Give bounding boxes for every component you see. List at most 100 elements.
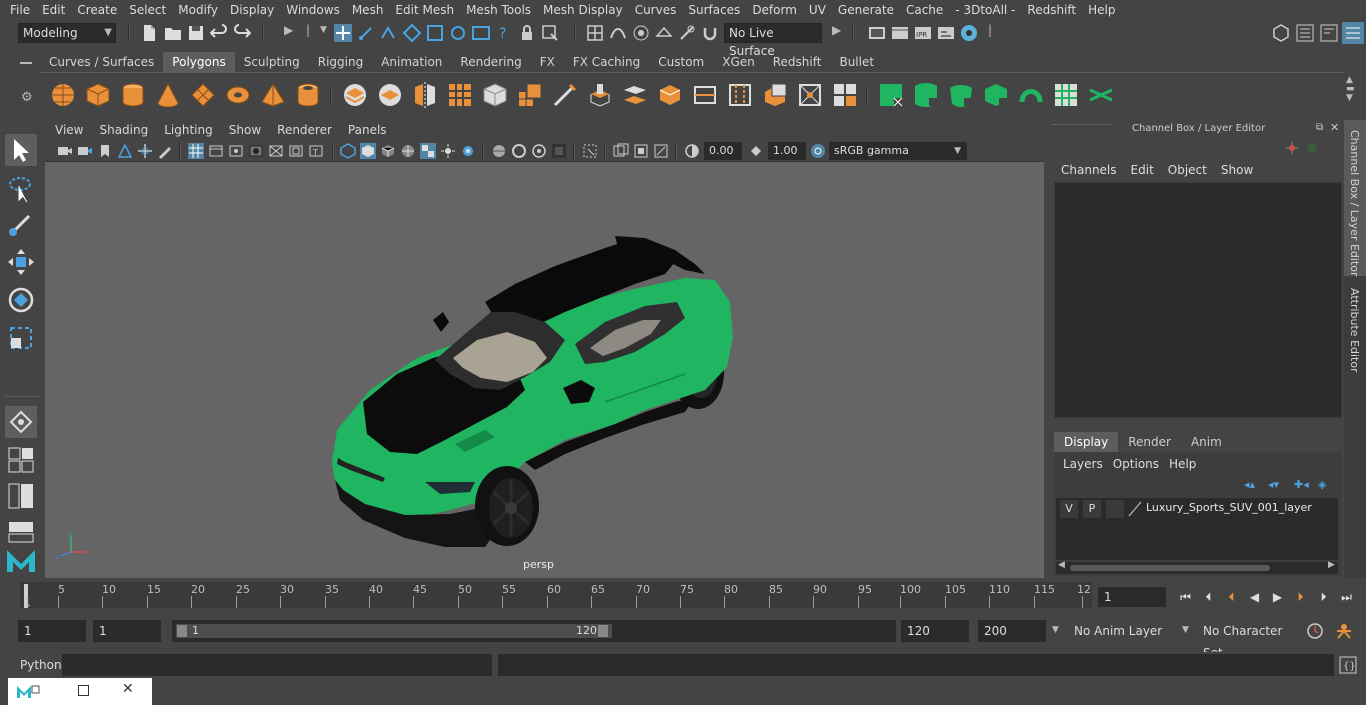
scroll-right-icon[interactable]: ▶ bbox=[1328, 560, 1335, 570]
fill-hole-icon[interactable] bbox=[797, 82, 823, 108]
menu-select[interactable]: Select bbox=[123, 0, 172, 20]
snap-to-point-icon[interactable] bbox=[449, 24, 467, 42]
poly-cube-icon[interactable] bbox=[85, 82, 111, 108]
wireframe-on-shaded-icon[interactable] bbox=[380, 143, 396, 159]
toggle-channel-box-icon[interactable] bbox=[1342, 22, 1364, 44]
safe-title-icon[interactable]: T bbox=[308, 143, 324, 159]
viewport-menu-renderer[interactable]: Renderer bbox=[269, 120, 340, 140]
maya-app-icon[interactable] bbox=[16, 683, 40, 699]
uv-spherical-icon[interactable] bbox=[948, 82, 974, 108]
channel-box-options-icon[interactable] bbox=[1284, 140, 1300, 156]
grease-pencil-icon[interactable] bbox=[157, 143, 173, 159]
poly-cylinder-icon[interactable] bbox=[120, 82, 146, 108]
tab-rigging[interactable]: Rigging bbox=[309, 52, 372, 72]
layer-scrollbar[interactable]: ◀ ▶ bbox=[1056, 560, 1338, 574]
range-handle-end[interactable] bbox=[598, 625, 608, 637]
auto-key-icon[interactable] bbox=[1306, 622, 1324, 640]
menu-layer-help[interactable]: Help bbox=[1164, 457, 1201, 471]
go-to-start-icon[interactable]: ⏮ bbox=[1174, 590, 1197, 605]
target-weld-icon[interactable] bbox=[762, 82, 788, 108]
multisample-aa-icon[interactable] bbox=[511, 143, 527, 159]
range-slider-bar[interactable] bbox=[176, 624, 612, 638]
uv-editor-icon[interactable] bbox=[1053, 82, 1079, 108]
menu-file[interactable]: File bbox=[4, 0, 36, 20]
close-icon[interactable]: ✕ bbox=[1330, 121, 1339, 134]
crease-icon[interactable] bbox=[832, 82, 858, 108]
menu-show[interactable]: Show bbox=[1214, 163, 1260, 177]
menu-edit-mesh[interactable]: Edit Mesh bbox=[389, 0, 460, 20]
menu-layers[interactable]: Layers bbox=[1058, 457, 1108, 471]
lock-icon[interactable] bbox=[518, 24, 536, 42]
menu-object[interactable]: Object bbox=[1161, 163, 1214, 177]
extrude-icon[interactable] bbox=[587, 82, 613, 108]
poly-torus-icon[interactable] bbox=[225, 82, 251, 108]
paint-select-tool-icon[interactable] bbox=[5, 208, 37, 240]
use-all-lights-icon[interactable] bbox=[420, 143, 436, 159]
smooth-icon[interactable] bbox=[447, 82, 473, 108]
poly-plane-icon[interactable] bbox=[190, 82, 216, 108]
color-space-dropdown[interactable]: sRGB gamma ▼ bbox=[829, 142, 967, 160]
side-tab-attribute-editor[interactable]: Attribute Editor bbox=[1344, 280, 1366, 380]
redo-icon[interactable] bbox=[233, 24, 251, 42]
xray-icon[interactable] bbox=[582, 143, 598, 159]
step-forward-key-icon[interactable]: ⏵ bbox=[1289, 590, 1312, 605]
new-scene-icon[interactable] bbox=[140, 24, 158, 42]
frame-selection-icon[interactable] bbox=[633, 143, 649, 159]
select-by-hierarchy-icon[interactable] bbox=[334, 24, 352, 42]
undo-icon[interactable] bbox=[210, 24, 228, 42]
playback-prefs-icon[interactable] bbox=[1334, 622, 1354, 640]
toggle-attribute-editor-icon[interactable] bbox=[1296, 24, 1314, 42]
outliner-layout-icon[interactable] bbox=[5, 480, 37, 512]
time-slider[interactable]: 1 5 10 15 20 25 30 35 40 45 50 55 60 65 … bbox=[20, 580, 1092, 610]
new-layer-icon[interactable]: ✚◂ bbox=[1294, 478, 1309, 491]
field-chart-icon[interactable] bbox=[268, 143, 284, 159]
render-view-icon[interactable] bbox=[868, 24, 886, 42]
bevel-icon[interactable] bbox=[657, 82, 683, 108]
menu-generate[interactable]: Generate bbox=[832, 0, 900, 20]
poly-pipe-icon[interactable] bbox=[295, 82, 321, 108]
uv-unfold-icon[interactable] bbox=[1018, 82, 1044, 108]
menu-uv[interactable]: UV bbox=[803, 0, 832, 20]
snap-live-icon[interactable] bbox=[678, 24, 696, 42]
poly-pyramid-icon[interactable] bbox=[260, 82, 286, 108]
scroll-thumb[interactable] bbox=[1070, 565, 1270, 571]
select-camera-icon[interactable] bbox=[57, 143, 73, 159]
tab-fx-caching[interactable]: FX Caching bbox=[564, 52, 649, 72]
snap-magnet-icon[interactable] bbox=[701, 24, 719, 42]
step-back-frame-icon[interactable]: ⏴ bbox=[1197, 590, 1220, 605]
tab-display[interactable]: Display bbox=[1054, 432, 1119, 452]
layer-color-icon[interactable] bbox=[1128, 501, 1142, 517]
play-backwards-icon[interactable]: ◀ bbox=[1243, 590, 1266, 604]
time-ruler[interactable]: 1 5 10 15 20 25 30 35 40 45 50 55 60 65 … bbox=[20, 582, 1092, 609]
insert-edge-loop-icon[interactable] bbox=[727, 82, 753, 108]
menu-cb-edit[interactable]: Edit bbox=[1124, 163, 1161, 177]
menu-help[interactable]: Help bbox=[1082, 0, 1121, 20]
tab-bullet[interactable]: Bullet bbox=[830, 52, 883, 72]
select-by-object-icon[interactable] bbox=[357, 24, 375, 42]
shadows-icon[interactable] bbox=[440, 143, 456, 159]
step-back-key-icon[interactable]: ⏴ bbox=[1220, 590, 1243, 605]
uv-cylindrical-icon[interactable] bbox=[913, 82, 939, 108]
tab-sculpting[interactable]: Sculpting bbox=[235, 52, 309, 72]
collapse-arrow-icon[interactable]: ▶ bbox=[284, 23, 293, 37]
script-language-label[interactable]: Python bbox=[20, 658, 62, 672]
render-settings-icon[interactable] bbox=[937, 24, 955, 42]
tab-xgen[interactable]: XGen bbox=[713, 52, 764, 72]
viewport-menu-view[interactable]: View bbox=[47, 120, 91, 140]
menu-cache[interactable]: Cache bbox=[900, 0, 949, 20]
go-to-end-icon[interactable]: ⏭ bbox=[1335, 590, 1358, 605]
layer-visibility-toggle[interactable]: V bbox=[1060, 500, 1078, 518]
bridge-icon[interactable] bbox=[622, 82, 648, 108]
film-gate-icon[interactable] bbox=[208, 143, 224, 159]
play-forwards-icon[interactable]: ▶ bbox=[1266, 590, 1289, 604]
layer-playback-toggle[interactable]: P bbox=[1083, 500, 1101, 518]
fit-view-icon[interactable] bbox=[653, 143, 669, 159]
multi-cut-icon[interactable] bbox=[552, 82, 578, 108]
save-scene-icon[interactable] bbox=[187, 24, 205, 42]
current-frame-field[interactable]: 1 bbox=[1098, 587, 1166, 607]
snap-to-view-plane-icon[interactable] bbox=[472, 24, 490, 42]
viewport-menu-shading[interactable]: Shading bbox=[91, 120, 156, 140]
camera-attributes-icon[interactable] bbox=[77, 143, 93, 159]
menu-mesh-tools[interactable]: Mesh Tools bbox=[460, 0, 537, 20]
grid-toggle-icon[interactable] bbox=[188, 143, 204, 159]
